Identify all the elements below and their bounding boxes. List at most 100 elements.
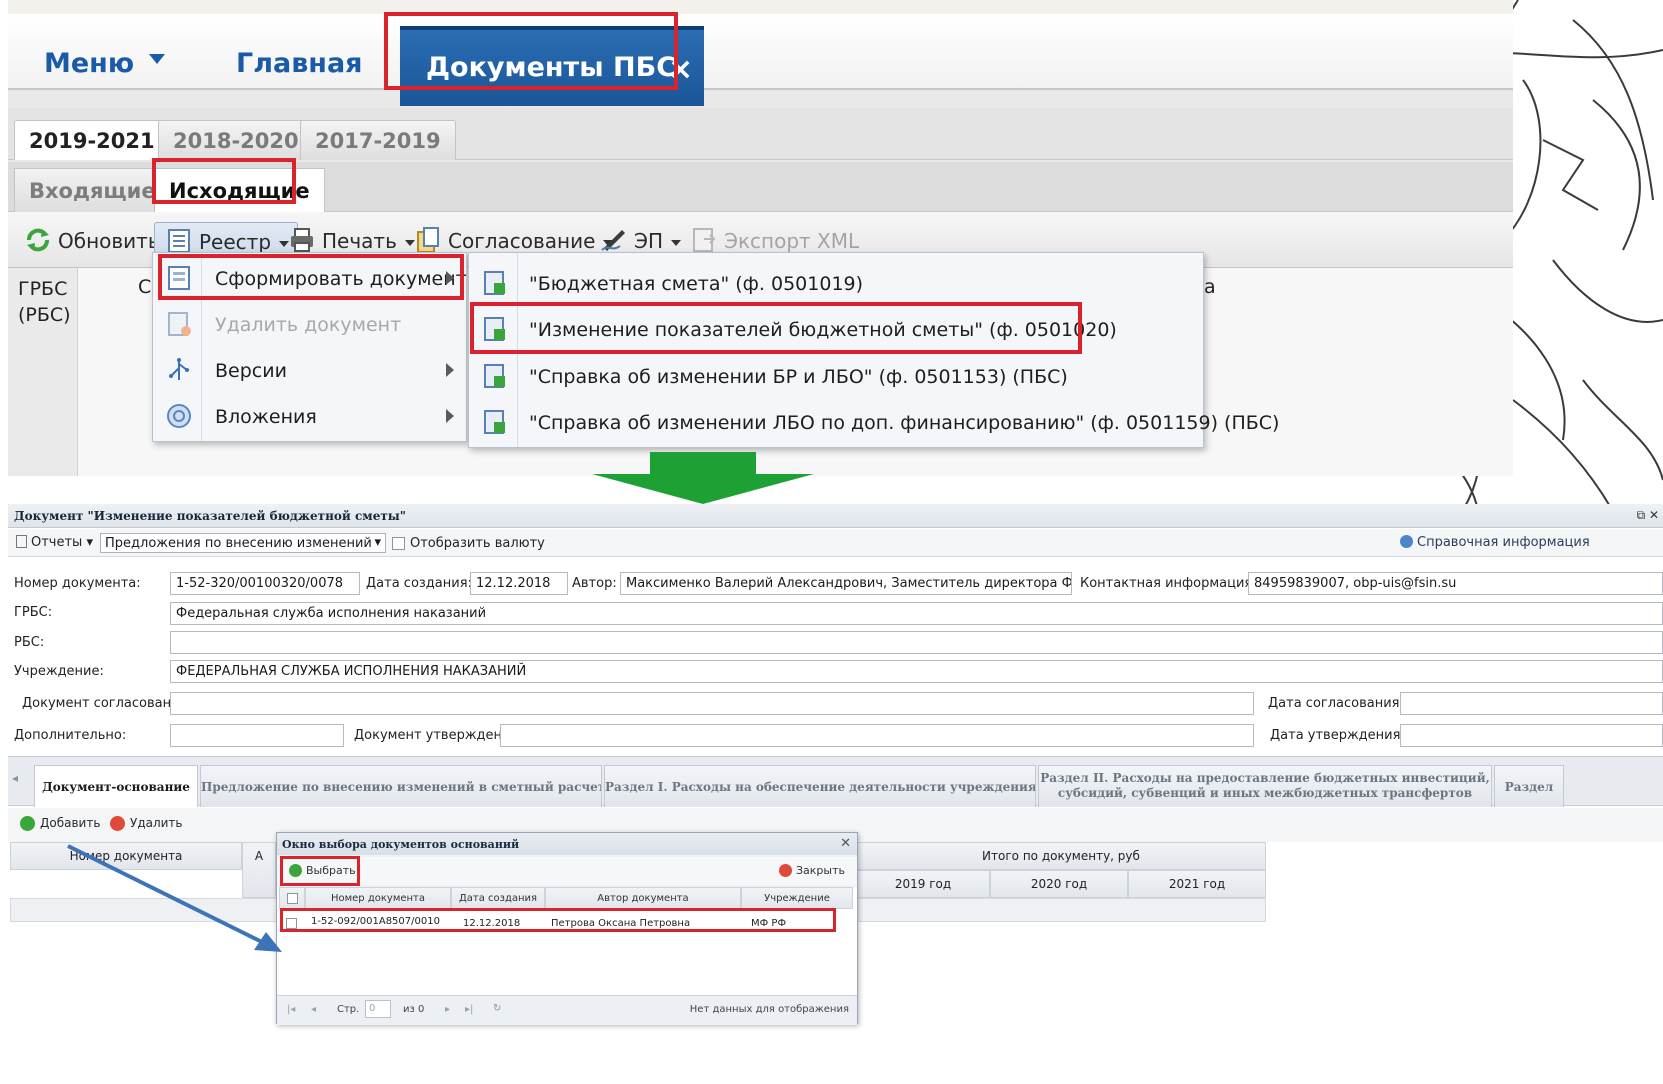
picker-header-institution: Учреждение [741,887,853,909]
created-field[interactable]: 12.12.2018 [470,572,568,595]
refresh-button[interactable]: Обновить [14,222,168,260]
approved-date-field[interactable] [1400,724,1663,747]
refresh-icon [27,228,49,252]
submenu-item-label: "Справка об изменении БР и ЛБО" (ф. 0501… [529,366,1068,388]
agreed-field[interactable] [170,692,1254,715]
reload-icon[interactable]: ↻ [493,1003,501,1014]
agreed-date-label: Дата согласования: [1268,696,1404,711]
highlight-frame-row [280,908,836,932]
tab-incoming[interactable]: Входящие [14,168,171,212]
pager-page-label: Стр. [337,1004,360,1015]
pager-page-input[interactable]: 0 [365,1000,391,1018]
add-button[interactable]: Добавить [20,816,101,831]
close-icon[interactable]: ✕ [840,836,851,851]
prev-page-icon[interactable]: ◂ [311,1004,316,1015]
submenu-item-0501153[interactable]: "Справка об изменении БР и ЛБО" (ф. 0501… [469,350,1203,396]
chevron-right-icon [446,363,454,377]
agreed-date-field[interactable] [1400,692,1663,715]
approved-field[interactable] [500,724,1254,747]
add-label: Добавить [40,816,101,830]
institution-label: Учреждение: [14,664,104,679]
author-field[interactable]: Максименко Валерий Александрович, Замест… [620,572,1072,595]
doc-number-field[interactable]: 1-52-320/00100320/0078 [170,572,360,595]
menu-item-attachments[interactable]: Вложения [153,393,466,439]
picker-close-label: Закрыть [796,864,845,877]
registry-label: Реестр [199,230,272,254]
menu-button[interactable]: Меню [44,48,134,79]
grbs-field[interactable]: Федеральная служба исполнения наказаний [170,602,1663,625]
doc-number-label: Номер документа: [14,576,141,591]
chevron-right-icon [446,409,454,423]
pointer-arrow-icon [67,844,282,952]
window-controls[interactable]: ⧉ ✕ [1637,508,1659,523]
picker-header-number: Номер документа [305,887,451,909]
first-page-icon[interactable]: |◂ [287,1004,295,1015]
picker-grid: Номер документа Дата создания Автор доку… [277,887,857,995]
tab-section-2[interactable]: Раздел II. Расходы на предоставление бюд… [1038,765,1492,807]
chevron-down-icon: ▾ [374,535,381,550]
registry-icon [168,229,190,253]
delete-button[interactable]: Удалить [110,816,183,831]
document-window-title: Документ "Изменение показателей бюджетно… [8,504,1663,528]
reference-info-link[interactable]: Справочная информация [1400,535,1590,550]
chevron-down-icon[interactable] [149,54,165,64]
tab-section-more[interactable]: Раздел [1494,765,1564,807]
grid-header-grbs: ГРБС (РБС) [18,278,71,326]
author-label: Автор: [572,576,617,591]
institution-field[interactable]: ФЕДЕРАЛЬНАЯ СЛУЖБА ИСПОЛНЕНИЯ НАКАЗАНИЙ [170,660,1663,683]
reports-button[interactable]: Отчеты ▾ [16,535,93,550]
delete-document-icon [168,312,191,336]
contact-field[interactable]: 84959839007, obp-uis@fsin.su [1248,572,1663,595]
main-tab[interactable]: Главная [236,48,363,79]
proposals-select[interactable]: Предложения по внесению изменений ▾ [100,533,386,553]
tab-document-basis[interactable]: Документ-основание [34,765,198,807]
approval-icon [417,227,439,253]
additional-field[interactable] [170,724,344,747]
document-toolbar: Отчеты ▾ Предложения по внесению изменен… [8,529,1663,557]
submenu-item-0501019[interactable]: "Бюджетная смета" (ф. 0501019) [469,257,1203,303]
proposals-select-value: Предложения по внесению изменений [105,536,372,551]
menu-item-versions[interactable]: Версии [153,347,466,393]
show-currency-checkbox[interactable] [392,537,405,550]
grbs-label: ГРБС: [14,605,53,620]
menu-item-delete-document[interactable]: Удалить документ [153,301,466,347]
highlight-frame-choose [280,856,360,886]
last-page-icon[interactable]: ▸| [465,1004,473,1015]
grid-header-2021: 2021 год [1128,870,1266,898]
next-page-icon[interactable]: ▸ [445,1004,450,1015]
contact-label: Контактная информация: [1080,576,1257,591]
picker-header-date: Дата создания [451,887,545,909]
picker-pager: |◂ ◂ Стр. 0 из 0 ▸ ▸| ↻ Нет данных для о… [277,995,857,1025]
tab-year-2019-2021[interactable]: 2019-2021 [14,120,170,160]
versions-icon [169,358,189,380]
main-header: Меню Главная Документы ПБС × [8,14,1513,106]
highlight-frame-0501020 [470,302,1082,354]
reports-icon [16,535,27,548]
document-green-icon [484,410,505,434]
menu-item-label: Удалить документ [215,314,402,336]
pager-of-label: из 0 [403,1004,425,1015]
down-arrow-icon [592,452,814,504]
tab-year-2018-2020[interactable]: 2018-2020 [158,120,314,160]
tab-change-proposal[interactable]: Предложение по внесению изменений в смет… [200,765,602,807]
menu-item-label: Вложения [215,406,317,428]
agreed-label: Документ согласован: [22,696,176,711]
grid-header-2020: 2020 год [990,870,1128,898]
no-data-label: Нет данных для отображения [689,1004,849,1015]
submenu-item-0501159[interactable]: "Справка об изменении ЛБО по доп. финанс… [469,396,1279,442]
additional-label: Дополнительно: [14,728,127,743]
tab-section-1[interactable]: Раздел I. Расходы на обеспечение деятель… [604,765,1036,807]
document-tabs: ◂ Документ-основание Предложение по внес… [8,756,1663,807]
created-label: Дата создания: [366,576,472,591]
rbs-field[interactable] [170,631,1663,654]
scroll-left-icon[interactable]: ◂ [12,771,18,785]
pen-signature-icon [601,230,625,251]
picker-close-button[interactable]: Закрыть [779,864,845,877]
grid-header-total: Итого по документу, руб [856,842,1266,870]
delete-label: Удалить [130,816,183,830]
export-icon [693,228,716,252]
tab-year-2017-2019[interactable]: 2017-2019 [300,120,456,160]
year-tabs: 2019-2021 2018-2020 2017-2019 [8,108,1513,160]
picker-title: Окно выбора документов оснований [277,833,857,855]
highlight-frame-form-document [158,254,464,300]
